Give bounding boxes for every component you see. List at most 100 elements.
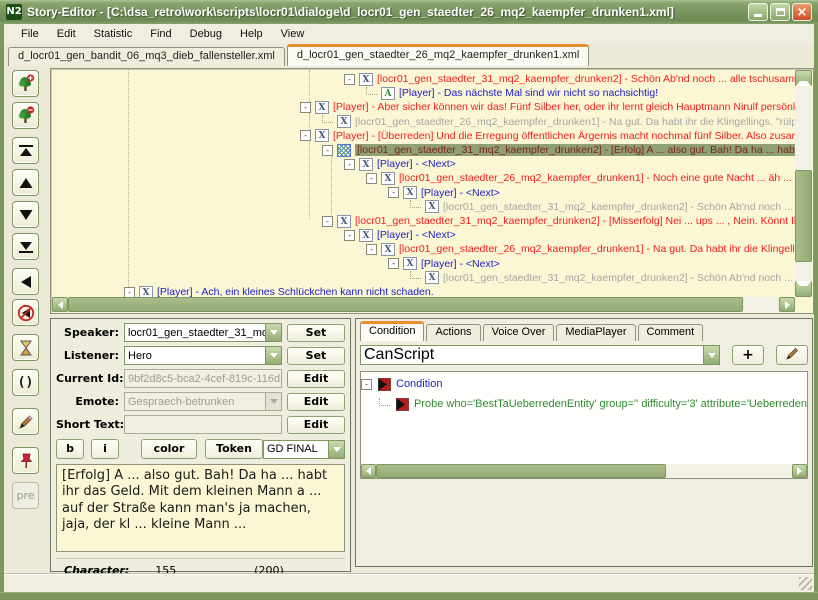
collapse-toggle-icon[interactable]: - [344,159,355,170]
braces-button[interactable]: () [12,369,39,396]
scroll-down-button[interactable] [795,281,812,297]
tree-row[interactable]: X[locr01_gen_staedter_31_mq2_kaempfer_dr… [410,200,795,214]
menu-item-edit[interactable]: Edit [48,26,85,42]
collapse-toggle-icon[interactable]: - [300,102,311,113]
tree-row[interactable]: -X[locr01_gen_staedter_31_mq2_kaempfer_d… [344,72,795,86]
scroll-left-button[interactable] [361,464,376,478]
condition-root-row[interactable]: -Condition [361,376,807,392]
color-button[interactable]: color [141,439,197,459]
tree-vertical-scrollbar[interactable] [795,70,812,297]
tree-row[interactable]: X[locr01_gen_staedter_31_mq2_kaempfer_dr… [410,271,795,285]
dialog-tree[interactable]: -X[locr01_gen_staedter_31_mq2_kaempfer_d… [52,70,795,297]
titlebar[interactable]: N2 Story-Editor - [C:\dsa_retro\work\scr… [0,0,818,24]
tree-row[interactable]: -X[Player] - <Next> [388,186,795,200]
menu-item-debug[interactable]: Debug [181,26,231,42]
collapse-toggle-icon[interactable]: - [344,230,355,241]
edit-shorttext-button[interactable]: Edit [287,416,345,434]
menu-item-file[interactable]: File [12,26,48,42]
collapse-toggle-icon[interactable]: - [366,173,377,184]
resize-grip[interactable] [799,577,812,590]
set-listener-button[interactable]: Set [287,347,345,365]
close-button[interactable]: × [792,3,812,21]
maximize-button[interactable] [770,3,790,21]
menu-item-help[interactable]: Help [231,26,272,42]
tree-row[interactable]: -X[Player] - <Next> [344,157,795,171]
move-down-button[interactable] [12,201,39,228]
version-select[interactable]: GD FINAL [263,440,345,459]
listener-select[interactable]: Hero [124,346,282,365]
tree-row[interactable]: X[locr01_gen_staedter_26_mq2_kaempfer_dr… [322,115,795,129]
tree-row[interactable]: -X[Player] - [Überreden] Und die Erregun… [300,129,795,143]
tree-row[interactable]: -X[locr01_gen_staedter_26_mq2_kaempfer_d… [366,171,795,185]
collapse-toggle-icon[interactable]: - [344,74,355,85]
script-dropdown-button[interactable] [703,346,719,364]
edit-text-button[interactable] [12,408,39,435]
condition-horizontal-scrollbar[interactable] [361,464,807,478]
scroll-right-button[interactable] [792,464,807,478]
horizontal-scroll-thumb[interactable] [68,297,743,312]
add-condition-button[interactable]: + [732,345,764,365]
collapse-toggle-icon[interactable]: - [366,244,377,255]
bold-button[interactable]: b [56,439,84,459]
file-tab[interactable]: d_locr01_gen_bandit_06_mq3_dieb_fallenst… [8,47,285,66]
tree-row[interactable]: -X[Player] - Aber sicher können wir das!… [300,100,795,114]
menu-item-statistic[interactable]: Statistic [85,26,142,42]
tree-horizontal-scrollbar[interactable] [52,297,795,312]
collapse-toggle-icon[interactable]: - [388,187,399,198]
token-button[interactable]: Token [205,439,263,459]
play-voice-button[interactable] [12,268,39,295]
condition-probe-row[interactable]: Probe who='BestTaUeberredenEntity' group… [379,396,807,412]
collapse-toggle-icon[interactable]: - [124,287,135,298]
set-speaker-button[interactable]: Set [287,324,345,342]
condition-scroll-thumb[interactable] [376,464,666,478]
dialog-node-icon: X [403,186,417,199]
collapse-toggle-icon[interactable]: - [361,379,372,390]
tree-row[interactable]: A[Player] - Das nächste Mal sind wir nic… [366,86,795,100]
edit-currentid-button[interactable]: Edit [287,370,345,388]
menu-item-find[interactable]: Find [141,26,180,42]
tree-row[interactable]: -X[Player] - <Next> [388,257,795,271]
italic-button[interactable]: i [91,439,119,459]
edit-emote-button[interactable]: Edit [287,393,345,411]
scroll-right-button[interactable] [779,297,795,312]
edit-condition-button[interactable] [776,345,808,365]
scroll-left-button[interactable] [52,297,68,312]
tree-row[interactable]: -X[Player] - <Next> [344,228,795,242]
tab-condition[interactable]: Condition [360,321,424,341]
listener-dropdown-button[interactable] [265,347,281,364]
dialog-text-editor[interactable]: [Erfolg] A ... also gut. Bah! Da ha ... … [56,464,345,552]
tree-row[interactable]: -X[Player] - Ach, ein kleines Schlückche… [124,285,795,297]
script-value: CanScript [361,346,703,364]
version-dropdown-button[interactable] [328,441,344,458]
collapse-toggle-icon[interactable]: - [322,145,333,156]
script-select[interactable]: CanScript [360,345,720,365]
move-top-button[interactable] [12,137,39,164]
pin-button[interactable] [12,447,39,474]
tab-comment[interactable]: Comment [638,324,704,341]
tree-row-text: [Player] - [Überreden] Und die Erregung … [333,130,795,142]
menu-item-view[interactable]: View [272,26,314,42]
vertical-scroll-thumb[interactable] [795,170,812,262]
wait-button[interactable] [12,334,39,361]
minimize-button[interactable] [748,3,768,21]
tab-mediaplayer[interactable]: MediaPlayer [556,324,635,341]
move-bottom-button[interactable] [12,233,39,260]
speaker-dropdown-button[interactable] [265,324,281,341]
add-node-button[interactable] [12,70,39,97]
file-tab[interactable]: d_locr01_gen_staedter_26_mq2_kaempfer_dr… [287,44,590,66]
currentid-value: 9bf2d8c5-bca2-4cef-819c-116d3545f8 [125,373,281,385]
collapse-toggle-icon[interactable]: - [322,216,333,227]
mute-voice-button[interactable] [12,299,39,326]
collapse-toggle-icon[interactable]: - [300,130,311,141]
tab-actions[interactable]: Actions [426,324,480,341]
condition-tree[interactable]: -Condition Probe who='BestTaUeberredenEnt… [360,371,808,479]
remove-node-button[interactable] [12,102,39,129]
tree-row[interactable]: -X[locr01_gen_staedter_31_mq2_kaempfer_d… [322,214,795,228]
speaker-select[interactable]: locr01_gen_staedter_31_mq2_kae [124,323,282,342]
move-up-button[interactable] [12,169,39,196]
tree-row[interactable]: -[locr01_gen_staedter_31_mq2_kaempfer_dr… [322,143,795,157]
tab-voice-over[interactable]: Voice Over [483,324,555,341]
scroll-up-button[interactable] [795,70,812,86]
tree-row[interactable]: -X[locr01_gen_staedter_26_mq2_kaempfer_d… [366,242,795,256]
collapse-toggle-icon[interactable]: - [388,258,399,269]
